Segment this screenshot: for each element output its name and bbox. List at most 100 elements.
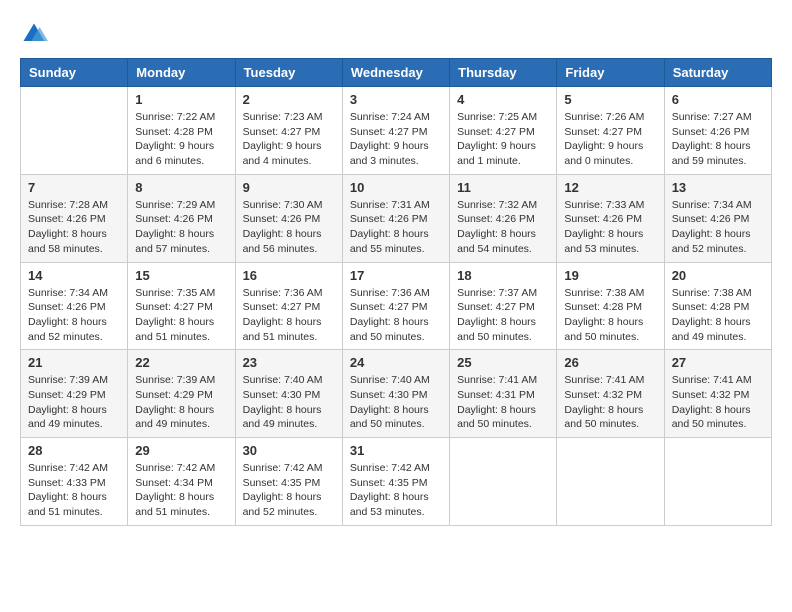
day-number: 3	[350, 92, 442, 107]
day-number: 13	[672, 180, 764, 195]
empty-cell	[450, 438, 557, 526]
calendar-header-row: SundayMondayTuesdayWednesdayThursdayFrid…	[21, 59, 772, 87]
day-number: 29	[135, 443, 227, 458]
day-info: Sunrise: 7:39 AM Sunset: 4:29 PM Dayligh…	[28, 373, 120, 432]
day-number: 14	[28, 268, 120, 283]
day-number: 16	[243, 268, 335, 283]
day-info: Sunrise: 7:36 AM Sunset: 4:27 PM Dayligh…	[350, 286, 442, 345]
day-number: 28	[28, 443, 120, 458]
day-number: 15	[135, 268, 227, 283]
calendar-day-cell: 17 Sunrise: 7:36 AM Sunset: 4:27 PM Dayli…	[342, 262, 449, 350]
day-info: Sunrise: 7:42 AM Sunset: 4:35 PM Dayligh…	[243, 461, 335, 520]
day-info: Sunrise: 7:42 AM Sunset: 4:35 PM Dayligh…	[350, 461, 442, 520]
calendar-day-cell: 8 Sunrise: 7:29 AM Sunset: 4:26 PM Daylig…	[128, 174, 235, 262]
day-info: Sunrise: 7:25 AM Sunset: 4:27 PM Dayligh…	[457, 110, 549, 169]
day-info: Sunrise: 7:24 AM Sunset: 4:27 PM Dayligh…	[350, 110, 442, 169]
day-info: Sunrise: 7:38 AM Sunset: 4:28 PM Dayligh…	[564, 286, 656, 345]
day-number: 20	[672, 268, 764, 283]
day-number: 31	[350, 443, 442, 458]
day-info: Sunrise: 7:40 AM Sunset: 4:30 PM Dayligh…	[350, 373, 442, 432]
day-number: 6	[672, 92, 764, 107]
calendar-day-cell: 15 Sunrise: 7:35 AM Sunset: 4:27 PM Dayli…	[128, 262, 235, 350]
day-number: 2	[243, 92, 335, 107]
calendar-week-row: 28Sunrise: 7:42 AM Sunset: 4:33 PM Dayli…	[21, 438, 772, 526]
day-header: Friday	[557, 59, 664, 87]
day-info: Sunrise: 7:37 AM Sunset: 4:27 PM Dayligh…	[457, 286, 549, 345]
calendar-day-cell: 16 Sunrise: 7:36 AM Sunset: 4:27 PM Dayli…	[235, 262, 342, 350]
day-info: Sunrise: 7:33 AM Sunset: 4:26 PM Dayligh…	[564, 198, 656, 257]
day-header: Saturday	[664, 59, 771, 87]
calendar-day-cell: 12Sunrise: 7:33 AM Sunset: 4:26 PM Dayli…	[557, 174, 664, 262]
day-info: Sunrise: 7:38 AM Sunset: 4:28 PM Dayligh…	[672, 286, 764, 345]
day-number: 25	[457, 355, 549, 370]
day-number: 11	[457, 180, 549, 195]
calendar-day-cell: 30 Sunrise: 7:42 AM Sunset: 4:35 PM Dayli…	[235, 438, 342, 526]
day-number: 24	[350, 355, 442, 370]
day-header: Monday	[128, 59, 235, 87]
day-number: 23	[243, 355, 335, 370]
calendar-day-cell: 4 Sunrise: 7:25 AM Sunset: 4:27 PM Daylig…	[450, 87, 557, 175]
calendar-day-cell: 31 Sunrise: 7:42 AM Sunset: 4:35 PM Dayli…	[342, 438, 449, 526]
calendar-day-cell: 6 Sunrise: 7:27 AM Sunset: 4:26 PM Daylig…	[664, 87, 771, 175]
day-info: Sunrise: 7:35 AM Sunset: 4:27 PM Dayligh…	[135, 286, 227, 345]
day-header: Wednesday	[342, 59, 449, 87]
page-header	[20, 20, 772, 48]
calendar-day-cell: 23 Sunrise: 7:40 AM Sunset: 4:30 PM Dayli…	[235, 350, 342, 438]
day-info: Sunrise: 7:22 AM Sunset: 4:28 PM Dayligh…	[135, 110, 227, 169]
day-header: Thursday	[450, 59, 557, 87]
day-info: Sunrise: 7:41 AM Sunset: 4:32 PM Dayligh…	[672, 373, 764, 432]
day-number: 5	[564, 92, 656, 107]
day-number: 18	[457, 268, 549, 283]
empty-cell	[21, 87, 128, 175]
logo-icon	[20, 20, 48, 48]
day-number: 4	[457, 92, 549, 107]
calendar-day-cell: 21 Sunrise: 7:39 AM Sunset: 4:29 PM Dayli…	[21, 350, 128, 438]
day-info: Sunrise: 7:30 AM Sunset: 4:26 PM Dayligh…	[243, 198, 335, 257]
day-info: Sunrise: 7:34 AM Sunset: 4:26 PM Dayligh…	[672, 198, 764, 257]
calendar-week-row: 1Sunrise: 7:22 AM Sunset: 4:28 PM Daylig…	[21, 87, 772, 175]
day-info: Sunrise: 7:27 AM Sunset: 4:26 PM Dayligh…	[672, 110, 764, 169]
day-number: 8	[135, 180, 227, 195]
day-number: 21	[28, 355, 120, 370]
day-number: 26	[564, 355, 656, 370]
calendar-week-row: 14Sunrise: 7:34 AM Sunset: 4:26 PM Dayli…	[21, 262, 772, 350]
day-info: Sunrise: 7:32 AM Sunset: 4:26 PM Dayligh…	[457, 198, 549, 257]
calendar-day-cell: 20 Sunrise: 7:38 AM Sunset: 4:28 PM Dayli…	[664, 262, 771, 350]
day-number: 7	[28, 180, 120, 195]
day-info: Sunrise: 7:40 AM Sunset: 4:30 PM Dayligh…	[243, 373, 335, 432]
calendar-day-cell: 1Sunrise: 7:22 AM Sunset: 4:28 PM Daylig…	[128, 87, 235, 175]
day-number: 27	[672, 355, 764, 370]
calendar-table: SundayMondayTuesdayWednesdayThursdayFrid…	[20, 58, 772, 526]
calendar-day-cell: 7 Sunrise: 7:28 AM Sunset: 4:26 PM Daylig…	[21, 174, 128, 262]
day-number: 17	[350, 268, 442, 283]
day-info: Sunrise: 7:23 AM Sunset: 4:27 PM Dayligh…	[243, 110, 335, 169]
day-header: Sunday	[21, 59, 128, 87]
calendar-day-cell: 26Sunrise: 7:41 AM Sunset: 4:32 PM Dayli…	[557, 350, 664, 438]
day-info: Sunrise: 7:26 AM Sunset: 4:27 PM Dayligh…	[564, 110, 656, 169]
day-info: Sunrise: 7:28 AM Sunset: 4:26 PM Dayligh…	[28, 198, 120, 257]
calendar-day-cell: 22Sunrise: 7:39 AM Sunset: 4:29 PM Dayli…	[128, 350, 235, 438]
day-number: 30	[243, 443, 335, 458]
calendar-day-cell: 18 Sunrise: 7:37 AM Sunset: 4:27 PM Dayli…	[450, 262, 557, 350]
logo	[20, 20, 52, 48]
empty-cell	[664, 438, 771, 526]
day-header: Tuesday	[235, 59, 342, 87]
calendar-day-cell: 3 Sunrise: 7:24 AM Sunset: 4:27 PM Daylig…	[342, 87, 449, 175]
calendar-day-cell: 25Sunrise: 7:41 AM Sunset: 4:31 PM Dayli…	[450, 350, 557, 438]
day-number: 19	[564, 268, 656, 283]
calendar-day-cell: 11 Sunrise: 7:32 AM Sunset: 4:26 PM Dayli…	[450, 174, 557, 262]
calendar-day-cell: 27 Sunrise: 7:41 AM Sunset: 4:32 PM Dayli…	[664, 350, 771, 438]
day-info: Sunrise: 7:39 AM Sunset: 4:29 PM Dayligh…	[135, 373, 227, 432]
calendar-day-cell: 2 Sunrise: 7:23 AM Sunset: 4:27 PM Daylig…	[235, 87, 342, 175]
calendar-day-cell: 29 Sunrise: 7:42 AM Sunset: 4:34 PM Dayli…	[128, 438, 235, 526]
day-number: 10	[350, 180, 442, 195]
day-info: Sunrise: 7:42 AM Sunset: 4:34 PM Dayligh…	[135, 461, 227, 520]
day-number: 9	[243, 180, 335, 195]
calendar-day-cell: 5 Sunrise: 7:26 AM Sunset: 4:27 PM Daylig…	[557, 87, 664, 175]
calendar-day-cell: 24 Sunrise: 7:40 AM Sunset: 4:30 PM Dayli…	[342, 350, 449, 438]
day-info: Sunrise: 7:31 AM Sunset: 4:26 PM Dayligh…	[350, 198, 442, 257]
day-info: Sunrise: 7:36 AM Sunset: 4:27 PM Dayligh…	[243, 286, 335, 345]
calendar-day-cell: 19 Sunrise: 7:38 AM Sunset: 4:28 PM Dayli…	[557, 262, 664, 350]
calendar-week-row: 21 Sunrise: 7:39 AM Sunset: 4:29 PM Dayli…	[21, 350, 772, 438]
day-info: Sunrise: 7:29 AM Sunset: 4:26 PM Dayligh…	[135, 198, 227, 257]
